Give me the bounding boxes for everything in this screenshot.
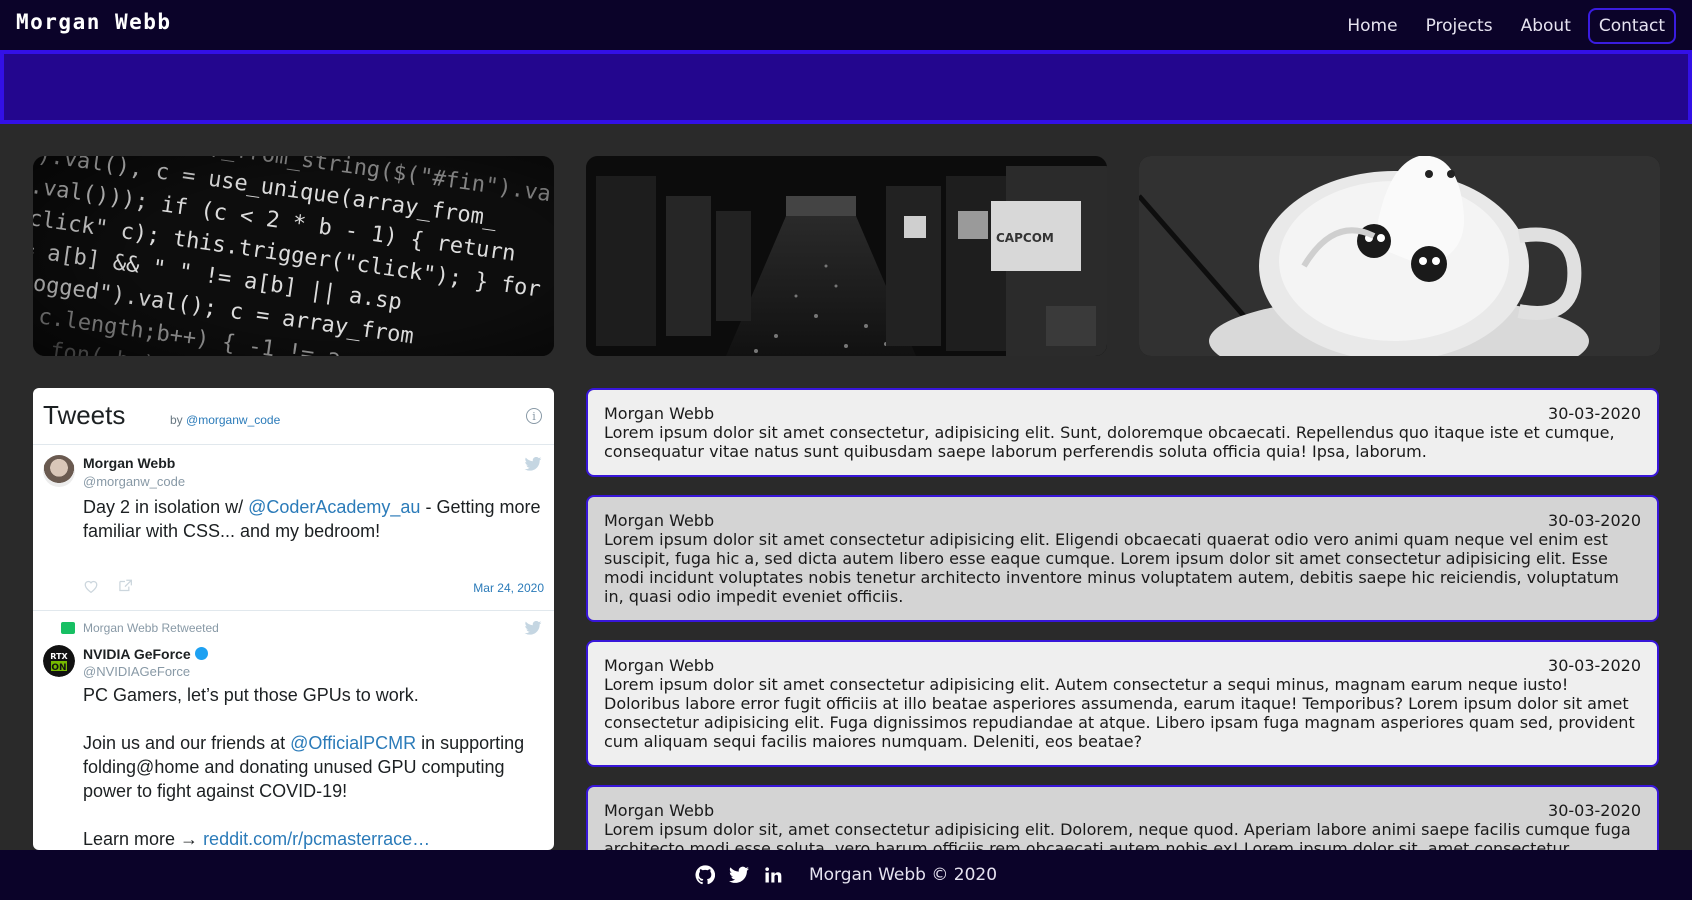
post-author: Morgan Webb [604, 801, 715, 820]
post-date: 30-03-2020 [1548, 404, 1641, 423]
post-header: Morgan Webb 30-03-2020 [604, 511, 1641, 530]
tweet-author-name[interactable]: NVIDIA GeForce [83, 646, 208, 662]
post-header: Morgan Webb 30-03-2020 [604, 656, 1641, 675]
linkedin-icon[interactable] [763, 865, 783, 885]
tweet-date-link[interactable]: Mar 24, 2020 [473, 581, 544, 595]
post-author: Morgan Webb [604, 511, 715, 530]
timeline-byline: by @morganw_code [170, 413, 280, 427]
post-author: Morgan Webb [604, 656, 715, 675]
tweet-line: Learn more → reddit.com/r/pcmasterrace… [83, 827, 543, 850]
tweet-author-handle[interactable]: @NVIDIAGeForce [83, 664, 190, 679]
post-body: Lorem ipsum dolor sit amet consectetur a… [604, 675, 1635, 751]
post-body: Lorem ipsum dolor sit amet consectetur, … [604, 423, 1615, 461]
retweet-label: Morgan Webb Retweeted [83, 621, 219, 635]
post-date: 30-03-2020 [1548, 801, 1641, 820]
tweet-author-handle[interactable]: @morganw_code [83, 474, 185, 489]
byline-handle-link[interactable]: @morganw_code [186, 413, 280, 427]
byline-prefix: by [170, 413, 183, 427]
author-name-text[interactable]: NVIDIA GeForce [83, 646, 191, 662]
tweet-text-part: Join us and our friends at [83, 733, 291, 753]
avatar[interactable] [43, 455, 75, 487]
tweet-mention-link[interactable]: @CoderAcademy_au [248, 497, 420, 517]
github-icon[interactable] [695, 865, 715, 885]
twitter-icon[interactable] [728, 865, 749, 885]
nav-link-home[interactable]: Home [1336, 8, 1408, 44]
tweet-item[interactable]: Morgan Webb @morganw_code Day 2 in isola… [33, 445, 554, 611]
tweet-mention-link[interactable]: @OfficialPCMR [290, 733, 416, 753]
nvidia-avatar[interactable]: RTX ON [43, 645, 75, 677]
post-card: Morgan Webb 30-03-2020 Lorem ipsum dolor… [586, 388, 1659, 477]
top-navbar: Morgan Webb Home Projects About Contact [0, 0, 1692, 50]
latte-art-image [1139, 156, 1660, 356]
post-header: Morgan Webb 30-03-2020 [604, 404, 1641, 423]
footer-copyright: Morgan Webb © 2020 [808, 865, 998, 885]
timeline-header: Tweets by @morganw_code i [33, 388, 554, 445]
arcade-capcom-text: CAPCOM [996, 231, 1054, 245]
post-date: 30-03-2020 [1548, 511, 1641, 530]
twitter-bird-icon[interactable] [524, 621, 542, 635]
like-heart-icon[interactable] [83, 579, 99, 593]
tweet-line: PC Gamers, let’s put those GPUs to work. [83, 685, 419, 705]
site-footer: Morgan Webb © 2020 [0, 850, 1692, 900]
share-icon[interactable] [117, 579, 133, 593]
nav-link-contact[interactable]: Contact [1587, 8, 1676, 44]
tweet-text-part: Day 2 in isolation w/ [83, 497, 249, 517]
svg-text:ON: ON [51, 663, 66, 673]
timeline-title: Tweets [43, 400, 126, 430]
post-header: Morgan Webb 30-03-2020 [604, 801, 1641, 820]
post-date: 30-03-2020 [1548, 656, 1641, 675]
tweet-url-link[interactable]: reddit.com/r/pcmasterrace… [203, 829, 430, 849]
post-author: Morgan Webb [604, 404, 715, 423]
tweet-item[interactable]: Morgan Webb Retweeted RTX ON NVIDIA GeFo… [33, 611, 554, 850]
info-icon[interactable]: i [526, 408, 542, 424]
svg-text:RTX: RTX [50, 652, 68, 661]
verified-badge-icon [194, 647, 208, 660]
post-card: Morgan Webb 30-03-2020 Lorem ipsum dolor… [586, 495, 1659, 622]
twitter-timeline-widget[interactable]: Tweets by @morganw_code i Morgan Webb @m… [33, 388, 554, 850]
tweet-line: Join us and our friends at @OfficialPCMR… [83, 731, 543, 803]
tweet-text-part: Learn more → [83, 829, 204, 849]
post-body: Lorem ipsum dolor sit amet consectetur a… [604, 530, 1619, 606]
arcade-image: CAPCOM [586, 156, 1107, 356]
tweet-author-name[interactable]: Morgan Webb [83, 455, 175, 471]
site-brand[interactable]: Morgan Webb [16, 10, 172, 34]
hero-banner [0, 50, 1692, 124]
twitter-bird-icon[interactable] [524, 457, 542, 471]
retweet-icon [61, 622, 75, 634]
tweet-text: Day 2 in isolation w/ @CoderAcademy_au -… [83, 495, 543, 543]
code-screen-image: "#fin").val(),_from_string($("#fin").va … [33, 156, 554, 356]
post-card: Morgan Webb 30-03-2020 Lorem ipsum dolor… [586, 640, 1659, 767]
footer-content: Morgan Webb © 2020 [0, 865, 1692, 885]
tweet-text: PC Gamers, let’s put those GPUs to work.… [83, 683, 543, 850]
nav-link-about[interactable]: About [1510, 8, 1582, 44]
nav-links: Home Projects About Contact [1336, 8, 1676, 44]
nav-link-projects[interactable]: Projects [1415, 8, 1504, 44]
